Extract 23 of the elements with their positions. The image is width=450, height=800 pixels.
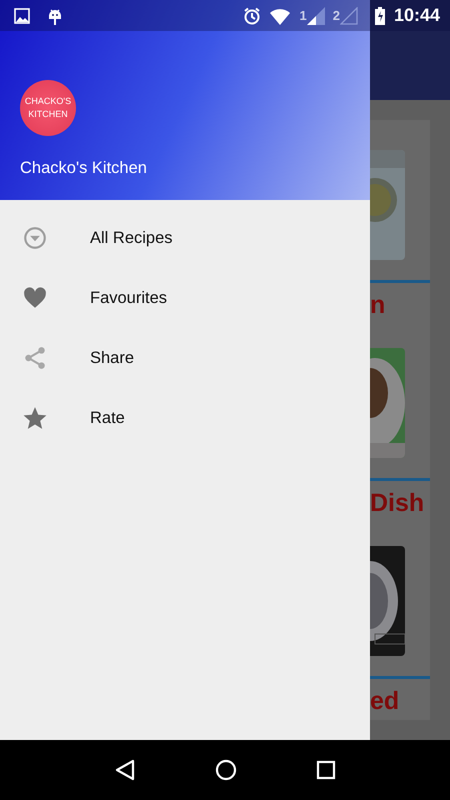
- sim-slot-label: 1: [299, 6, 307, 25]
- robot-icon: [46, 6, 64, 24]
- recipe-title: Dish: [370, 491, 426, 516]
- sim-slot-label: 2: [332, 6, 340, 25]
- alarm-icon: [243, 6, 262, 24]
- drawer-menu-item[interactable]: Share: [0, 328, 370, 388]
- recipe-title: ed: [370, 689, 400, 714]
- dropdown-circle-icon: [22, 225, 48, 251]
- signal-icon: [340, 6, 358, 24]
- logo: CHACKO'S KITCHEN: [20, 80, 76, 136]
- recipe-title: n: [370, 293, 386, 318]
- image-icon: [14, 8, 30, 24]
- drawer-menu-item[interactable]: All Recipes: [0, 208, 370, 268]
- drawer-menu-item[interactable]: Rate: [0, 388, 370, 448]
- drawer-menu-item[interactable]: Favourites: [0, 268, 370, 328]
- app-name: Chacko's Kitchen: [20, 158, 148, 179]
- signal-icon: [306, 6, 325, 24]
- wifi-icon: [269, 6, 292, 24]
- back-icon[interactable]: [114, 759, 136, 781]
- star-icon: [22, 405, 48, 431]
- recents-icon[interactable]: [316, 760, 336, 780]
- clock: 10:44: [394, 4, 440, 27]
- home-icon[interactable]: [214, 759, 237, 781]
